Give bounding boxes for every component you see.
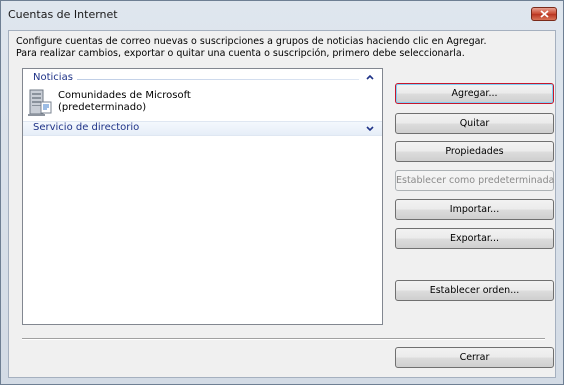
chevron-down-icon[interactable]: [366, 126, 374, 132]
close-button[interactable]: Cerrar: [395, 347, 554, 368]
dialog-window: Cuentas de Internet Configure cuentas de…: [0, 0, 564, 385]
instructions-text: Configure cuentas de correo nuevas o sus…: [16, 36, 487, 60]
remove-button[interactable]: Quitar: [395, 113, 554, 134]
window-title: Cuentas de Internet: [8, 8, 118, 21]
instructions-line-2: Para realizar cambios, exportar o quitar…: [16, 48, 465, 59]
properties-button[interactable]: Propiedades: [395, 141, 554, 162]
set-default-button[interactable]: Establecer como predeterminada: [395, 170, 554, 191]
close-icon: [540, 10, 549, 18]
group-header-directory[interactable]: Servicio de directorio: [23, 121, 382, 136]
import-button[interactable]: Importar...: [395, 199, 554, 220]
set-order-button[interactable]: Establecer orden...: [395, 280, 554, 301]
add-button[interactable]: Agregar...: [395, 83, 554, 104]
newsgroup-server-icon: [28, 89, 52, 116]
dialog-body: Configure cuentas de correo nuevas o sus…: [8, 30, 556, 378]
chevron-up-icon[interactable]: [366, 74, 374, 80]
accounts-list[interactable]: Noticias Comunidades de Microsoft (prede…: [22, 68, 383, 325]
group-label-news: Noticias: [33, 72, 77, 83]
group-label-directory: Servicio de directorio: [33, 122, 140, 133]
group-divider-line: [33, 79, 359, 80]
title-bar[interactable]: Cuentas de Internet: [1, 1, 563, 29]
list-item-account[interactable]: Comunidades de Microsoft (predeterminado…: [25, 87, 325, 119]
account-name-line-1: Comunidades de Microsoft: [58, 90, 191, 101]
account-name: Comunidades de Microsoft (predeterminado…: [58, 90, 191, 114]
group-header-news[interactable]: Noticias: [23, 71, 382, 85]
instructions-line-1: Configure cuentas de correo nuevas o sus…: [16, 36, 487, 47]
close-window-button[interactable]: [531, 7, 557, 21]
account-name-line-2: (predeterminado): [58, 102, 147, 113]
footer-separator: [22, 338, 545, 340]
export-button[interactable]: Exportar...: [395, 228, 554, 249]
